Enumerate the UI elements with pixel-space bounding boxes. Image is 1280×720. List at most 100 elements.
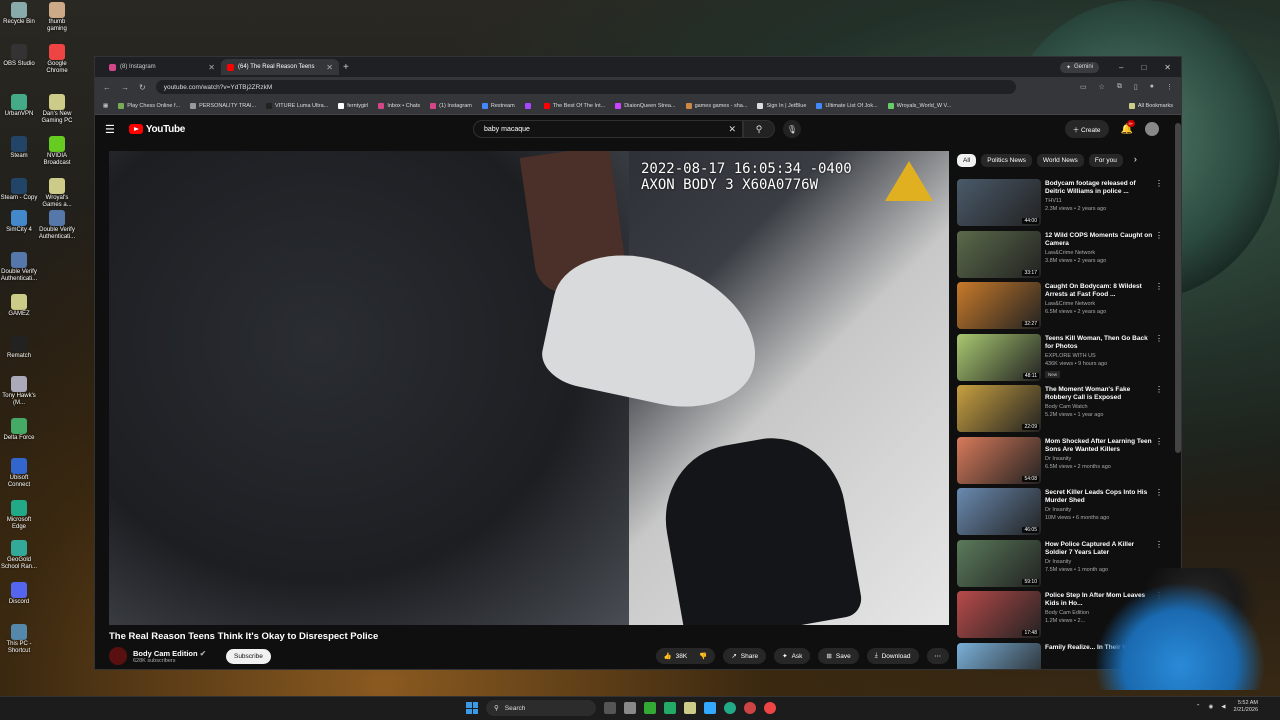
more-options-icon[interactable]: ⋮ xyxy=(1155,179,1163,188)
extensions-icon[interactable]: ⧉ xyxy=(1117,83,1122,91)
media-player-icon[interactable] xyxy=(644,702,656,714)
recommendation-channel[interactable]: EXPLORE WITH US xyxy=(1045,353,1157,359)
video-thumbnail[interactable]: 44:00 xyxy=(957,179,1041,226)
like-button[interactable]: 👍 38K 👎 xyxy=(655,648,716,664)
recommendation-title[interactable]: The Moment Woman's Fake Robbery Call is … xyxy=(1045,386,1157,402)
bookmark-item[interactable]: Wroyals_World_W V... xyxy=(887,102,951,109)
page-scrollbar[interactable] xyxy=(1175,123,1181,453)
reload-icon[interactable]: ↻ xyxy=(139,83,146,92)
recommendation-item[interactable]: 33:17 12 Wild COPS Moments Caught on Came… xyxy=(957,230,1167,283)
desktop-icon[interactable]: UrbanVPN xyxy=(0,94,38,118)
recommendation-channel[interactable]: Dr Insanity xyxy=(1045,456,1157,462)
video-thumbnail[interactable]: 17:48 xyxy=(957,591,1041,638)
youtube-logo[interactable]: YouTube xyxy=(128,124,185,135)
more-options-icon[interactable]: ⋮ xyxy=(1155,282,1163,291)
recommendation-item[interactable]: 46:05 Secret Killer Leads Cops Into His M… xyxy=(957,488,1167,540)
recommendation-channel[interactable]: Law&Crime Network xyxy=(1045,301,1157,307)
thumbs-down-icon[interactable]: 👎 xyxy=(699,652,707,660)
recommendation-channel[interactable]: Body Cam Watch xyxy=(1045,404,1157,410)
video-thumbnail[interactable]: 22:09 xyxy=(957,385,1041,432)
video-thumbnail[interactable]: 46:05 xyxy=(957,488,1041,535)
desktop-icon[interactable]: thumb gaming xyxy=(38,2,76,33)
video-thumbnail[interactable]: 32:27 xyxy=(957,282,1041,329)
bookmark-item[interactable]: ferntygirl xyxy=(338,102,368,109)
desktop-icon[interactable]: Ubisoft Connect xyxy=(0,458,38,489)
recommendation-item[interactable]: 32:27 Caught On Bodycam: 8 Wildest Arrest… xyxy=(957,282,1167,334)
minimize-button[interactable]: – xyxy=(1119,63,1123,72)
chip-politics-news[interactable]: Politics News xyxy=(981,154,1032,167)
more-options-icon[interactable]: ⋮ xyxy=(1155,334,1163,343)
bookmark-item[interactable]: Sign In | JetBlue xyxy=(757,102,806,109)
desktop-icon[interactable]: Steam - Copy xyxy=(0,178,38,202)
channel-avatar[interactable] xyxy=(109,647,127,665)
clock[interactable]: 5:52 AM 2/21/2026 xyxy=(1234,700,1258,714)
save-button[interactable]: ⊞ Save xyxy=(818,648,859,664)
chip-all[interactable]: All xyxy=(957,154,977,167)
recommendation-title[interactable]: Teens Kill Woman, Then Go Back for Photo… xyxy=(1045,335,1157,351)
chevron-right-icon[interactable]: › xyxy=(1134,154,1137,167)
recommendation-channel[interactable]: Dr Insanity xyxy=(1045,559,1157,565)
video-thumbnail[interactable] xyxy=(957,642,1041,669)
desktop-icon[interactable]: Double Verify Authenticati... xyxy=(0,252,38,283)
new-tab-button[interactable]: + xyxy=(343,62,349,73)
desktop-icon[interactable]: Recycle Bin xyxy=(0,2,38,26)
recommendation-title[interactable]: Caught On Bodycam: 8 Wildest Arrests at … xyxy=(1045,283,1157,299)
search-button[interactable]: ⚲ xyxy=(743,120,775,138)
taskbar-search[interactable]: ⚲ Search xyxy=(486,700,596,716)
avatar[interactable] xyxy=(1145,122,1159,136)
bookmark-item[interactable]: Ultimate List Of Jok... xyxy=(816,102,878,109)
recommendation-item[interactable]: 48:11 Teens Kill Woman, Then Go Back for … xyxy=(957,333,1167,386)
desktop-icon[interactable]: OBS Studio xyxy=(0,44,38,68)
bookmark-item[interactable]: Inbox • Chats xyxy=(378,102,420,109)
download-button[interactable]: ⤓ Download xyxy=(866,648,919,664)
desktop-icon[interactable]: Wroyal's Games a... xyxy=(38,178,76,209)
tray-chevron-icon[interactable]: ⌃ xyxy=(1196,704,1201,710)
recommendation-title[interactable]: How Police Captured A Killer Soldier 7 Y… xyxy=(1045,541,1157,557)
bookmark-item[interactable]: All Bookmarks xyxy=(1128,102,1173,109)
cast-icon[interactable]: ▭ xyxy=(1080,83,1087,91)
forward-icon[interactable]: → xyxy=(121,83,129,92)
more-options-icon[interactable]: ⋮ xyxy=(1155,488,1163,497)
notifications-button[interactable]: 🔔 9+ xyxy=(1121,119,1136,135)
more-actions-button[interactable]: ⋯ xyxy=(926,648,949,664)
tab-close-icon[interactable]: ✕ xyxy=(326,63,333,72)
bookmark-item[interactable]: Restream xyxy=(481,102,515,109)
desktop-icon[interactable]: NVIDIA Broadcast xyxy=(38,136,76,167)
desktop-icon[interactable]: Rematch xyxy=(0,336,38,360)
video-thumbnail[interactable]: 48:11 xyxy=(957,333,1041,381)
task-view-icon[interactable] xyxy=(604,702,616,714)
edge-icon[interactable] xyxy=(724,702,736,714)
apps-grid-icon[interactable]: ▦ xyxy=(103,103,108,109)
desktop-icon[interactable]: GeoGold School Ran... xyxy=(0,540,38,571)
url-field[interactable]: youtube.com/watch?v=YdTBj2ZRzkM xyxy=(155,80,1016,94)
channel-name[interactable]: Body Cam Edition ✔ xyxy=(133,649,206,658)
desktop-icon[interactable]: Tony Hawk's (M... xyxy=(0,376,38,407)
recommendation-channel[interactable]: Dr Insanity xyxy=(1045,507,1157,513)
volume-icon[interactable]: ◀ xyxy=(1221,704,1225,710)
maximize-button[interactable]: □ xyxy=(1141,63,1146,72)
gemini-button[interactable]: ✦ Gemini xyxy=(1059,61,1099,73)
chrome-icon[interactable] xyxy=(764,702,776,714)
settings-icon[interactable] xyxy=(624,702,636,714)
bookmark-item[interactable]: (1) Instagram xyxy=(430,102,472,109)
recommendation-channel[interactable]: THV11 xyxy=(1045,198,1157,204)
desktop-icon[interactable]: Dan's New Gaming PC xyxy=(38,94,76,125)
recommendation-title[interactable]: Bodycam footage released of Deitric Will… xyxy=(1045,180,1157,196)
desktop-icon[interactable]: Microsoft Edge xyxy=(0,500,38,531)
xbox-icon[interactable] xyxy=(664,702,676,714)
settings-gear-icon[interactable] xyxy=(744,702,756,714)
recommendation-title[interactable]: Secret Killer Leads Cops Into His Murder… xyxy=(1045,489,1157,505)
tab-youtube[interactable]: (64) The Real Reason Teens ✕ xyxy=(221,59,339,75)
desktop-icon[interactable]: This PC - Shortcut xyxy=(0,624,38,655)
tab-instagram[interactable]: (8) Instagram ✕ xyxy=(103,59,221,75)
desktop-icon[interactable]: Steam xyxy=(0,136,38,160)
file-explorer-icon[interactable] xyxy=(684,702,696,714)
star-icon[interactable]: ☆ xyxy=(1099,83,1105,91)
start-button[interactable] xyxy=(466,702,478,714)
desktop-icon[interactable]: Double Verify Authenticati... xyxy=(38,210,76,241)
bookmark-item[interactable]: Play Chess Online f... xyxy=(118,102,180,109)
video-player[interactable]: 2022-08-17 16:05:34 -0400 AXON BODY 3 X6… xyxy=(109,151,949,625)
tab-close-icon[interactable]: ✕ xyxy=(208,63,215,72)
network-icon[interactable]: ◉ xyxy=(1208,704,1213,710)
sidebar-icon[interactable]: ▯ xyxy=(1134,83,1138,91)
